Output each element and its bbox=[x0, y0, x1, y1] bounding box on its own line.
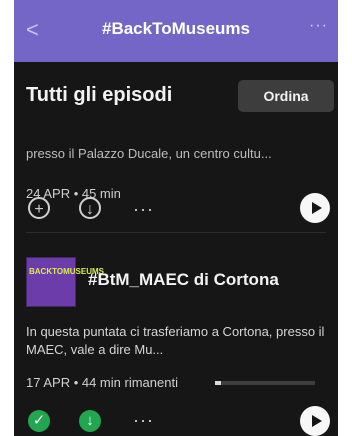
episode-2-title[interactable]: #BtM_MAEC di Cortona bbox=[88, 270, 279, 290]
header-more-icon[interactable]: ··· bbox=[309, 17, 328, 35]
artwork-logo-text: BACKTOMUSEUMS bbox=[29, 267, 104, 276]
episode-2-more-options-icon[interactable]: ··· bbox=[133, 410, 154, 431]
page-title: #BackToMuseums bbox=[101, 19, 250, 38]
episode-2-play-icon[interactable] bbox=[300, 406, 330, 436]
downloaded-icon[interactable]: ↓ bbox=[79, 410, 101, 432]
episode-2-progress-bar bbox=[215, 381, 315, 385]
section-title: Tutti gli episodi bbox=[26, 84, 173, 106]
episode-2-meta: 17 APR • 44 min rimanenti bbox=[26, 375, 178, 390]
episode-divider bbox=[26, 232, 326, 233]
more-options-icon[interactable]: ··· bbox=[133, 199, 154, 220]
add-icon[interactable]: + bbox=[28, 197, 50, 219]
sort-button[interactable]: Ordina bbox=[238, 80, 334, 112]
phone-screen: < #BackToMuseums ··· Tutti gli episodi O… bbox=[14, 0, 338, 436]
episode-2-description[interactable]: In questa puntata ci trasferiamo a Corto… bbox=[26, 323, 326, 359]
play-icon[interactable] bbox=[300, 193, 330, 223]
download-icon[interactable]: ↓ bbox=[79, 197, 101, 219]
completed-check-icon[interactable]: ✓ bbox=[28, 410, 50, 432]
episode-2-artwork[interactable]: BACKTOMUSEUMS bbox=[26, 257, 104, 307]
episode-2-progress-fill bbox=[215, 381, 221, 385]
episode-1-description[interactable]: presso il Palazzo Ducale, un centro cult… bbox=[26, 146, 326, 161]
header: < #BackToMuseums ··· bbox=[14, 0, 338, 62]
